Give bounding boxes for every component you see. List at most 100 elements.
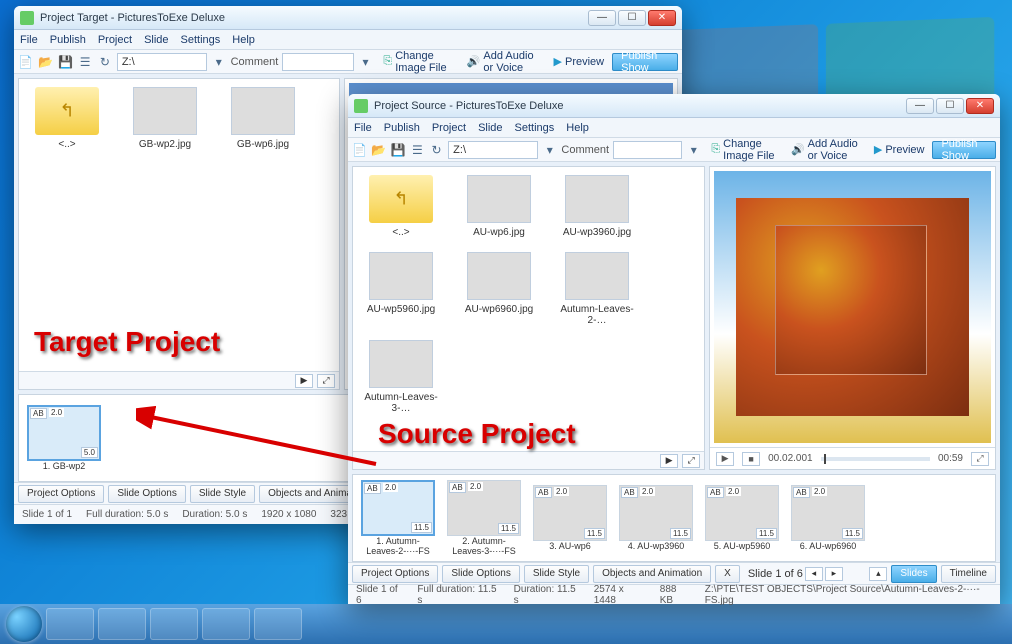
new-icon[interactable]: 📄 xyxy=(18,53,34,71)
new-icon[interactable]: 📄 xyxy=(352,141,367,159)
preview-action[interactable]: ▶Preview xyxy=(554,55,605,68)
status-size: 888 KB xyxy=(660,584,691,606)
slide-options-button[interactable]: Slide Options xyxy=(442,565,519,583)
menu-slide[interactable]: Slide xyxy=(144,34,168,46)
start-button[interactable] xyxy=(6,606,42,642)
prev-slide-icon[interactable]: ◂ xyxy=(805,567,823,581)
slide-thumb[interactable]: AB2.011.5 5. AU-wp5960 xyxy=(705,485,779,551)
task-item[interactable] xyxy=(98,608,146,640)
slide-thumb[interactable]: AB2.011.5 6. AU-wp6960 xyxy=(791,485,865,551)
collapse-icon[interactable]: ▴ xyxy=(869,567,887,581)
comment-drop-icon[interactable]: ▾ xyxy=(358,53,374,71)
task-item[interactable] xyxy=(150,608,198,640)
tree-icon[interactable]: ☰ xyxy=(410,141,425,159)
menu-slide[interactable]: Slide xyxy=(478,122,502,134)
file-thumb[interactable]: Autumn-Leaves-2-… xyxy=(557,252,637,326)
add-audio-action[interactable]: 🔊Add Audio or Voice xyxy=(791,138,866,162)
menu-help[interactable]: Help xyxy=(232,34,255,46)
stop-button[interactable]: ■ xyxy=(742,452,760,466)
play-button[interactable]: ▶ xyxy=(716,452,734,466)
menu-project[interactable]: Project xyxy=(98,34,132,46)
task-item[interactable] xyxy=(46,608,94,640)
publish-button[interactable]: Publish Show xyxy=(932,141,996,159)
menu-file[interactable]: File xyxy=(20,34,38,46)
maximize-button[interactable]: ☐ xyxy=(618,10,646,26)
file-panel: <..> AU-wp6.jpg AU-wp3960.jpg AU-wp5960.… xyxy=(352,166,705,470)
folder-up[interactable]: <..> xyxy=(361,175,441,238)
tree-icon[interactable]: ☰ xyxy=(77,53,93,71)
minimize-button[interactable]: — xyxy=(906,98,934,114)
status-path: Z:\PTE\TEST OBJECTS\Project Source\Autum… xyxy=(705,584,992,606)
slide-thumb[interactable]: AB2.011.5 4. AU-wp3960 xyxy=(619,485,693,551)
next-slide-icon[interactable]: ▸ xyxy=(825,567,843,581)
file-thumb[interactable]: GB-wp6.jpg xyxy=(223,87,303,150)
task-item[interactable] xyxy=(202,608,250,640)
slide-thumb[interactable]: AB2.011.5 2. Autumn-Leaves-3-···-FS xyxy=(447,480,521,556)
open-icon[interactable]: 📂 xyxy=(38,53,54,71)
status-full-duration: Full duration: 11.5 s xyxy=(417,584,499,606)
file-thumb[interactable]: AU-wp6960.jpg xyxy=(459,252,539,326)
file-panel-status: ▶ ⤢ xyxy=(19,371,339,389)
comment-drop-icon[interactable]: ▾ xyxy=(686,141,701,159)
menu-publish[interactable]: Publish xyxy=(384,122,420,134)
slide-thumb[interactable]: AB2.011.5 3. AU-wp6 xyxy=(533,485,607,551)
open-icon[interactable]: 📂 xyxy=(371,141,386,159)
change-image-action[interactable]: ⎘Change Image File xyxy=(711,138,783,162)
comment-field[interactable] xyxy=(282,53,353,71)
slides-tab[interactable]: Slides xyxy=(891,565,936,583)
slide-options-button[interactable]: Slide Options xyxy=(108,485,185,503)
titlebar[interactable]: Project Source - PicturesToExe Deluxe — … xyxy=(348,94,1000,118)
menu-settings[interactable]: Settings xyxy=(181,34,221,46)
menu-file[interactable]: File xyxy=(354,122,372,134)
x-button[interactable]: X xyxy=(715,565,740,583)
objects-animation-button[interactable]: Objects and Animation xyxy=(593,565,711,583)
titlebar[interactable]: Project Target - PicturesToExe Deluxe — … xyxy=(14,6,682,30)
folder-up[interactable]: <..> xyxy=(27,87,107,150)
thumbnail-image xyxy=(133,87,197,135)
file-thumb[interactable]: GB-wp2.jpg xyxy=(125,87,205,150)
preview-action[interactable]: ▶Preview xyxy=(874,143,925,156)
thumbnail-image xyxy=(231,87,295,135)
file-thumbnails: <..> AU-wp6.jpg AU-wp3960.jpg AU-wp5960.… xyxy=(353,167,704,451)
minimize-button[interactable]: — xyxy=(588,10,616,26)
change-image-action[interactable]: ⎘Change Image File xyxy=(383,50,458,74)
publish-button[interactable]: Publish Show xyxy=(612,53,678,71)
dropdown-icon[interactable]: ▾ xyxy=(542,141,557,159)
menu-help[interactable]: Help xyxy=(566,122,589,134)
play-icon[interactable]: ▶ xyxy=(295,374,313,388)
toolbar: 📄 📂 💾 ☰ ↻ Z:\ ▾ Comment ▾ ⎘Change Image … xyxy=(14,50,682,74)
path-field[interactable]: Z:\ xyxy=(448,141,538,159)
play-icon[interactable]: ▶ xyxy=(660,454,678,468)
path-field[interactable]: Z:\ xyxy=(117,53,207,71)
save-icon[interactable]: 💾 xyxy=(390,141,405,159)
slide-style-button[interactable]: Slide Style xyxy=(190,485,255,503)
slide-style-button[interactable]: Slide Style xyxy=(524,565,589,583)
add-audio-action[interactable]: 🔊Add Audio or Voice xyxy=(467,50,546,74)
close-button[interactable]: ✕ xyxy=(648,10,676,26)
status-slide: Slide 1 of 1 xyxy=(22,509,72,520)
file-thumb[interactable]: AU-wp3960.jpg xyxy=(557,175,637,238)
task-item[interactable] xyxy=(254,608,302,640)
menu-settings[interactable]: Settings xyxy=(515,122,555,134)
dropdown-icon[interactable]: ▾ xyxy=(211,53,227,71)
comment-field[interactable] xyxy=(613,141,682,159)
fullscreen-icon[interactable]: ⤢ xyxy=(971,452,989,466)
file-thumb[interactable]: Autumn-Leaves-3-… xyxy=(361,340,441,414)
slide-thumb[interactable]: AB 2.0 5.0 1. GB-wp2 xyxy=(27,405,101,471)
file-thumb[interactable]: AU-wp5960.jpg xyxy=(361,252,441,326)
maximize-button[interactable]: ☐ xyxy=(936,98,964,114)
file-thumb[interactable]: AU-wp6.jpg xyxy=(459,175,539,238)
slide-thumb[interactable]: AB2.011.5 1. Autumn-Leaves-2-···-FS xyxy=(361,480,435,556)
menu-project[interactable]: Project xyxy=(432,122,466,134)
status-resolution: 2574 x 1448 xyxy=(594,584,646,606)
save-icon[interactable]: 💾 xyxy=(58,53,74,71)
expand-icon[interactable]: ⤢ xyxy=(317,374,335,388)
expand-icon[interactable]: ⤢ xyxy=(682,454,700,468)
refresh-icon[interactable]: ↻ xyxy=(97,53,113,71)
project-options-button[interactable]: Project Options xyxy=(352,565,438,583)
menu-publish[interactable]: Publish xyxy=(50,34,86,46)
project-options-button[interactable]: Project Options xyxy=(18,485,104,503)
refresh-icon[interactable]: ↻ xyxy=(429,141,444,159)
timeline-tab[interactable]: Timeline xyxy=(941,565,996,583)
close-button[interactable]: ✕ xyxy=(966,98,994,114)
